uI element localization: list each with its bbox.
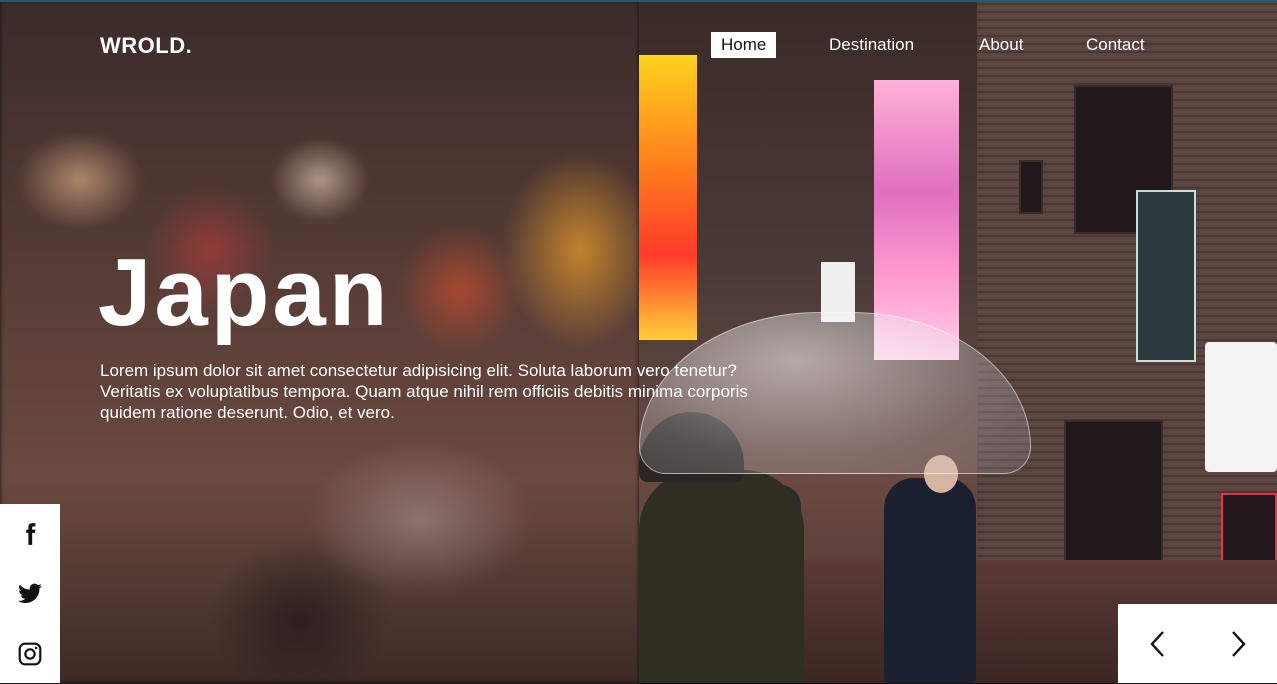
nav-destination[interactable]: Destination <box>819 32 924 58</box>
top-accent-line <box>0 0 1277 2</box>
twitter-link[interactable] <box>0 564 60 624</box>
vertical-shop-sign <box>1136 190 1196 362</box>
white-lantern-sign <box>1205 342 1277 472</box>
nav-about[interactable]: About <box>969 32 1033 58</box>
building-window <box>1019 160 1043 214</box>
nav-home[interactable]: Home <box>711 32 777 58</box>
person-foreground <box>639 470 804 683</box>
slider-controls <box>1118 604 1277 683</box>
red-led-sign <box>1221 493 1277 565</box>
social-links <box>0 504 60 683</box>
facebook-link[interactable] <box>0 504 60 564</box>
instagram-link[interactable] <box>0 624 60 684</box>
chevron-left-icon <box>1149 630 1164 657</box>
chevron-right-icon <box>1231 630 1246 657</box>
instagram-icon <box>18 642 42 666</box>
prev-slide-button[interactable] <box>1118 604 1197 683</box>
nav-contact[interactable]: Contact <box>1076 32 1155 58</box>
twitter-icon <box>18 583 42 603</box>
hero-description: Lorem ipsum dolor sit amet consectetur a… <box>100 361 748 422</box>
next-slide-button[interactable] <box>1198 604 1277 683</box>
facebook-icon <box>26 523 36 545</box>
person-walking <box>884 478 976 683</box>
neon-sign-yellow <box>639 55 697 340</box>
main-nav: Home Destination About Contact <box>0 32 1277 58</box>
hero-title: Japan <box>98 239 391 346</box>
